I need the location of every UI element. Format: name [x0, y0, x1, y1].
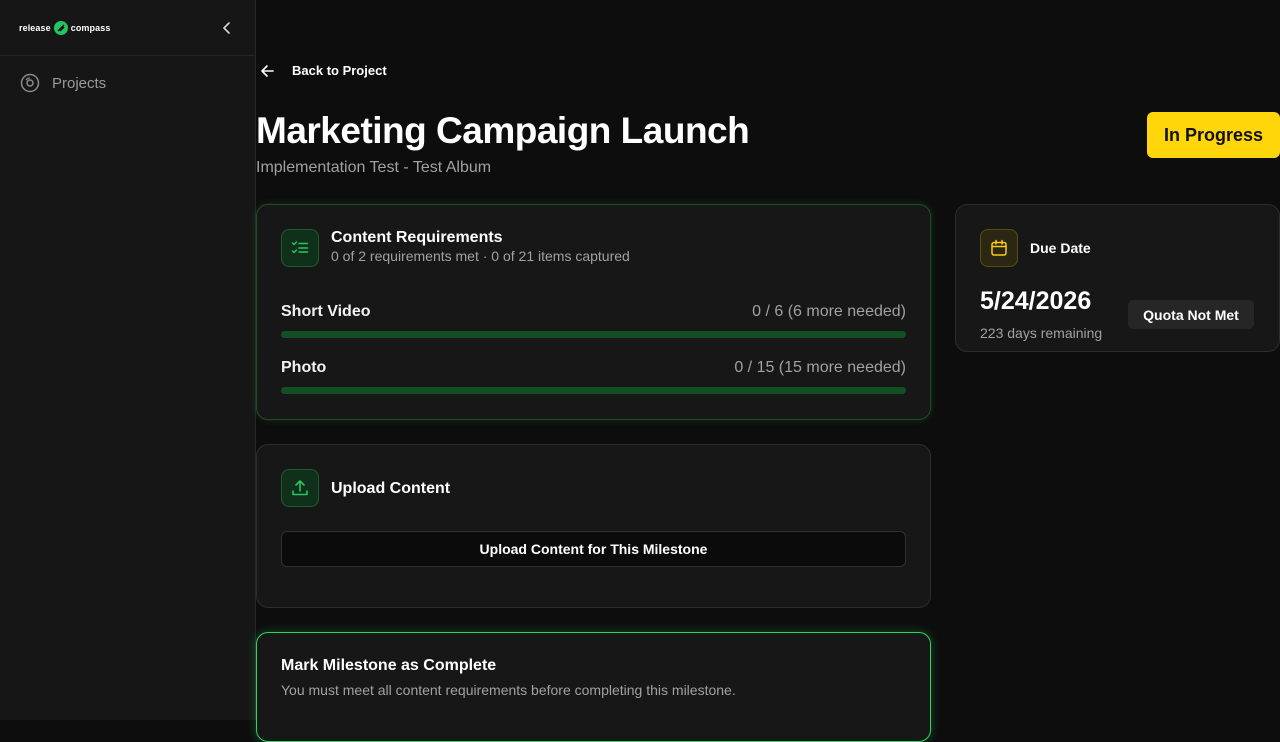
- requirement-label: Photo: [281, 359, 327, 376]
- back-to-project-link[interactable]: Back to Project: [260, 63, 387, 78]
- logo[interactable]: release compass: [19, 20, 111, 35]
- quota-status-badge: Quota Not Met: [1128, 300, 1254, 329]
- upload-icon: [292, 480, 308, 496]
- calendar-icon-box: [980, 229, 1018, 267]
- back-label: Back to Project: [292, 63, 387, 78]
- due-date-title: Due Date: [1030, 240, 1091, 256]
- upload-content-card: Upload Content Upload Content for This M…: [256, 444, 931, 608]
- due-date-card: Due Date 5/24/2026 223 days remaining Qu…: [955, 204, 1280, 352]
- upload-icon-box: [281, 469, 319, 507]
- checklist-icon-box: [281, 229, 319, 267]
- upload-content-button[interactable]: Upload Content for This Milestone: [281, 531, 906, 567]
- page-title: Marketing Campaign Launch: [256, 110, 750, 151]
- compass-logo-icon: [53, 20, 68, 35]
- projects-icon: [20, 73, 40, 93]
- sidebar-item-projects[interactable]: Projects: [20, 73, 106, 93]
- sidebar-header: release compass: [0, 0, 255, 56]
- mark-complete-title: Mark Milestone as Complete: [281, 657, 497, 674]
- page-subtitle: Implementation Test - Test Album: [256, 159, 492, 176]
- requirement-progress-bar: [281, 387, 906, 394]
- requirement-progress-bar: [281, 331, 906, 338]
- days-remaining: 223 days remaining: [980, 325, 1103, 341]
- sidebar: release compass Projects: [0, 0, 256, 720]
- due-date-value: 5/24/2026: [980, 287, 1092, 315]
- logo-text-compass: compass: [70, 22, 111, 33]
- requirements-title: Content Requirements: [331, 229, 503, 246]
- status-badge: In Progress: [1147, 112, 1280, 158]
- chevron-left-icon: [223, 21, 230, 34]
- requirement-label: Short Video: [281, 303, 371, 320]
- logo-text-release: release: [19, 22, 51, 33]
- requirement-count: 0 / 6 (6 more needed): [752, 303, 906, 320]
- mark-complete-card: Mark Milestone as Complete You must meet…: [256, 632, 931, 742]
- checklist-icon: [291, 241, 309, 254]
- calendar-icon: [991, 239, 1007, 256]
- upload-title: Upload Content: [331, 480, 451, 497]
- requirement-count: 0 / 15 (15 more needed): [734, 359, 906, 376]
- arrow-left-icon: [261, 64, 274, 77]
- content-requirements-card: Content Requirements 0 of 2 requirements…: [256, 204, 931, 420]
- mark-complete-description: You must meet all content requirements b…: [281, 682, 736, 698]
- requirements-summary: 0 of 2 requirements met · 0 of 21 items …: [331, 248, 630, 264]
- collapse-sidebar-button[interactable]: [219, 20, 235, 36]
- main-content: Back to Project Marketing Campaign Launc…: [256, 0, 1280, 742]
- sidebar-item-label: Projects: [52, 74, 107, 92]
